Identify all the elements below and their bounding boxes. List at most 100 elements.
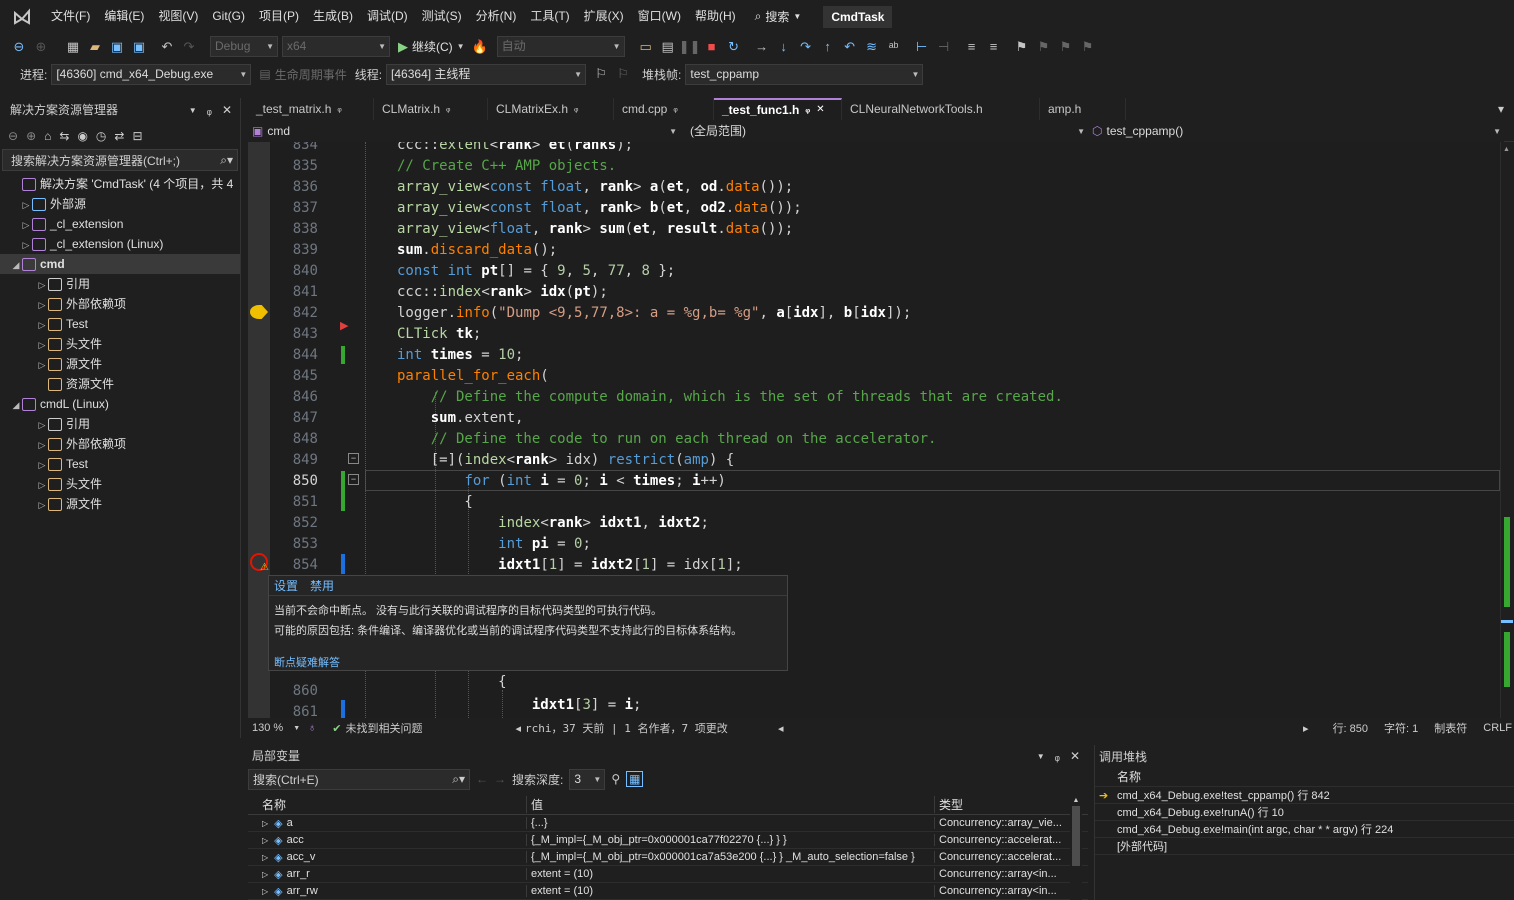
back-icon[interactable]: ←: [476, 772, 488, 786]
flag-icon[interactable]: ⚐: [590, 63, 612, 85]
pin-icon[interactable]: ᵩ: [1055, 744, 1060, 769]
locals-scrollbar[interactable]: ▲: [1070, 797, 1082, 900]
expander-icon[interactable]: ◢: [10, 255, 22, 275]
solution-search-input[interactable]: 搜索解决方案资源管理器(Ctrl+;) ⌕▾: [2, 149, 238, 171]
expander-icon[interactable]: ▷: [262, 819, 268, 828]
pin-icon[interactable]: ᵩ: [446, 98, 450, 120]
tree-item[interactable]: ▷ 头文件: [0, 334, 240, 354]
menu-item[interactable]: 文件(F): [44, 0, 97, 33]
git-blame[interactable]: rchi，37 天前 | 1 名作者，7 项更改: [525, 720, 770, 736]
close-icon[interactable]: ✕: [1070, 744, 1080, 769]
tree-item[interactable]: ▷ 外部依赖项: [0, 434, 240, 454]
scroll-right-icon[interactable]: ▸: [1303, 722, 1309, 735]
menu-item[interactable]: 窗口(W): [631, 0, 688, 33]
zoom-select[interactable]: 130 % ▼: [248, 722, 308, 734]
restart-icon[interactable]: ↻: [723, 36, 745, 58]
pin-icon[interactable]: ᵩ: [805, 99, 810, 121]
tree-item[interactable]: ▷ 源文件: [0, 494, 240, 514]
breakpoint-margin[interactable]: [248, 142, 270, 718]
pin-icon[interactable]: ᵩ: [673, 98, 677, 120]
locals-search-input[interactable]: 搜索(Ctrl+E) ⌕▾: [248, 768, 470, 790]
hot-reload-icon[interactable]: 🔥: [469, 36, 491, 58]
call-stack-frame[interactable]: cmd_x64_Debug.exe!main(int argc, char * …: [1095, 821, 1514, 838]
expander-icon[interactable]: ▷: [262, 870, 268, 879]
scope-nav-select[interactable]: (全局范围) ▼: [680, 121, 1088, 142]
expander-icon[interactable]: ▷: [36, 415, 48, 435]
diagnostic-icon[interactable]: ≋: [861, 36, 883, 58]
next-bookmark-icon[interactable]: ⚑: [1055, 36, 1077, 58]
line-indicator[interactable]: 行: 850: [1333, 720, 1368, 736]
menu-item[interactable]: 调试(D): [360, 0, 415, 33]
pin-icon[interactable]: ᵩ: [337, 98, 341, 120]
continue-button[interactable]: ▶ 继续(C) ▼: [398, 38, 465, 55]
bookmark-icon[interactable]: ⚑: [1011, 36, 1033, 58]
scroll-left-icon[interactable]: ◂: [515, 722, 521, 735]
platform-select[interactable]: x64 ▼: [282, 36, 390, 57]
tab-document[interactable]: CLNeuralNetworkTools.h: [842, 98, 1040, 120]
history-icon[interactable]: ◷: [96, 129, 106, 143]
scroll-left-icon[interactable]: ◂: [778, 722, 784, 735]
browse-icon[interactable]: ▭: [635, 36, 657, 58]
vs-logo-icon[interactable]: [0, 0, 44, 33]
table-row[interactable]: ▷ ◈ a {...} Concurrency::array_vie...: [248, 815, 1088, 832]
expander-icon[interactable]: ▷: [36, 435, 48, 455]
expander-icon[interactable]: ▷: [36, 315, 48, 335]
redo-icon[interactable]: ↷: [178, 36, 200, 58]
tree-item[interactable]: ▷ 头文件: [0, 474, 240, 494]
collapse-icon[interactable]: ⊟: [132, 129, 142, 143]
expander-icon[interactable]: ▷: [20, 195, 32, 215]
hex-view-icon[interactable]: ▦: [626, 771, 644, 787]
collapse-icon[interactable]: −: [348, 474, 359, 485]
depth-select[interactable]: 3 ▼: [569, 768, 606, 790]
eol-indicator[interactable]: CRLF: [1483, 722, 1512, 734]
call-stack-frame[interactable]: ➔ cmd_x64_Debug.exe!test_cppamp() 行 842: [1095, 787, 1514, 804]
copilot-icon[interactable]: ♁: [308, 722, 316, 734]
config-select[interactable]: Debug ▼: [210, 36, 278, 57]
troubleshoot-link[interactable]: 断点疑难解答: [269, 638, 787, 670]
clear-bookmark-icon[interactable]: ⚑: [1077, 36, 1099, 58]
step-into-icon[interactable]: ↓: [773, 36, 795, 58]
table-row[interactable]: ▷ ◈ acc {_M_impl={_M_obj_ptr=0x000001ca77f0…: [248, 832, 1088, 849]
disable-link[interactable]: 禁用: [310, 577, 334, 594]
expander-icon[interactable]: ▷: [36, 495, 48, 515]
chevron-down-icon[interactable]: ▼: [1037, 744, 1045, 769]
comment-icon[interactable]: ⊢: [911, 36, 933, 58]
table-row[interactable]: ▷ ◈ arr_rw extent = (10) Concurrency::array<…: [248, 883, 1088, 900]
tree-item[interactable]: ◢ cmdL (Linux): [0, 394, 240, 414]
switch-view-icon[interactable]: ⇆: [59, 129, 69, 143]
new-item-icon[interactable]: ▦: [62, 36, 84, 58]
uncomment-icon[interactable]: ⊣: [933, 36, 955, 58]
back-icon[interactable]: ⊖: [8, 36, 30, 58]
pause-icon[interactable]: ❚❚: [679, 36, 701, 58]
tree-item[interactable]: ▷ 引用: [0, 274, 240, 294]
collapse-icon[interactable]: −: [348, 453, 359, 464]
step-over-icon[interactable]: ↷: [795, 36, 817, 58]
step-out-icon[interactable]: ↑: [817, 36, 839, 58]
close-icon[interactable]: ✕: [816, 99, 824, 121]
project-nav-select[interactable]: ▣ cmd ▼: [248, 121, 680, 142]
tree-item[interactable]: ▷ Test: [0, 314, 240, 334]
expander-icon[interactable]: ◢: [10, 395, 22, 415]
filter-icon[interactable]: ⚐: [612, 63, 634, 85]
tab-document[interactable]: _test_func1.h ᵩ ✕: [714, 98, 842, 120]
expander-icon[interactable]: ▷: [262, 836, 268, 845]
indent-indicator[interactable]: 制表符: [1434, 720, 1467, 736]
tree-item[interactable]: ▷ 外部源: [0, 194, 240, 214]
function-nav-select[interactable]: ⬡ test_cppamp() ▼: [1088, 121, 1504, 142]
menu-item[interactable]: 工具(T): [523, 0, 576, 33]
menu-item[interactable]: 测试(S): [415, 0, 469, 33]
tree-item[interactable]: ◢ cmd: [0, 254, 240, 274]
settings-link[interactable]: 设置: [274, 577, 298, 594]
forward-icon[interactable]: ⊕: [30, 36, 52, 58]
expander-icon[interactable]: ▷: [262, 887, 268, 896]
tab-document[interactable]: cmd.cpp ᵩ: [614, 98, 714, 120]
save-all-icon[interactable]: ▣: [128, 36, 150, 58]
menu-item[interactable]: 分析(N): [469, 0, 524, 33]
tree-item[interactable]: ▷ _cl_extension: [0, 214, 240, 234]
prev-bookmark-icon[interactable]: ⚑: [1033, 36, 1055, 58]
menu-item[interactable]: 视图(V): [151, 0, 205, 33]
tab-document[interactable]: _test_matrix.h ᵩ: [248, 98, 374, 120]
call-stack-frame[interactable]: [外部代码]: [1095, 838, 1514, 855]
open-folder-icon[interactable]: ▰: [84, 36, 106, 58]
call-stack-frame[interactable]: cmd_x64_Debug.exe!runA() 行 10: [1095, 804, 1514, 821]
